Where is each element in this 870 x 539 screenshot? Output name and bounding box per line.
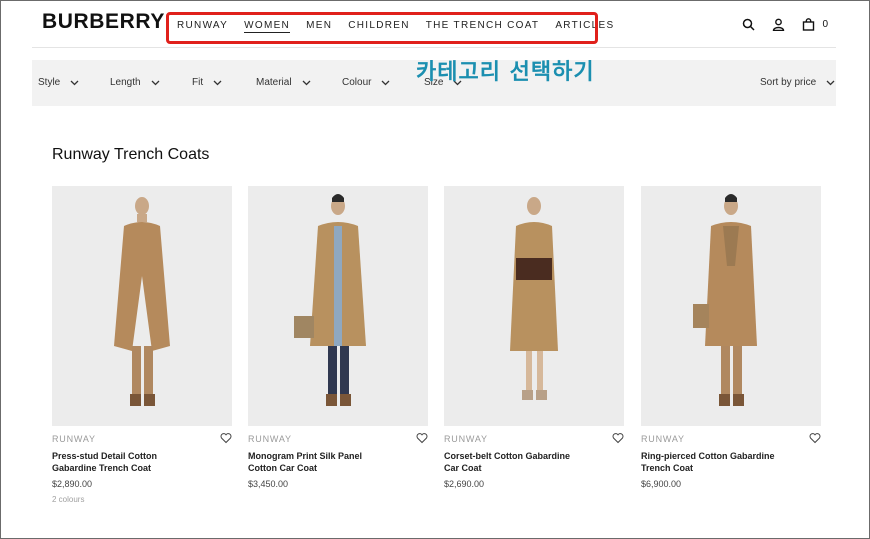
chevron-down-icon [826,80,835,86]
product-meta: RUNWAY Corset-belt Cotton Gabardine Car … [444,432,624,489]
chevron-down-icon [382,80,390,86]
chevron-down-icon [213,80,222,86]
bag-count: 0 [822,18,828,30]
filter-label: Length [110,77,141,88]
product-category: RUNWAY [641,434,685,444]
filter-length[interactable]: Length [110,77,160,88]
chevron-down-icon [151,80,160,86]
product-name[interactable]: Corset-belt Cotton Gabardine Car Coat [444,450,584,474]
chevron-down-icon [302,80,311,86]
product-meta: RUNWAY Monogram Print Silk Panel Cotton … [248,432,428,489]
header-divider [32,47,836,48]
product-name[interactable]: Press-stud Detail Cotton Gabardine Trenc… [52,450,192,474]
product-image[interactable] [444,186,624,426]
product-category: RUNWAY [52,434,96,444]
header-icons: 0 [740,16,828,32]
product-meta: RUNWAY Press-stud Detail Cotton Gabardin… [52,432,232,504]
filter-label: Fit [192,77,204,88]
brand-logo[interactable]: BURBERRY [42,10,165,34]
annotation-text: 카테고리 선택하기 [416,60,595,85]
product-image[interactable] [248,186,428,426]
product-category: RUNWAY [248,434,292,444]
heart-icon[interactable] [612,432,624,444]
chevron-down-icon [70,80,79,86]
product-price: $2,690.00 [444,479,485,489]
filter-label: Colour [342,77,372,88]
filter-label: Material [256,77,292,88]
product-image[interactable] [52,186,232,426]
product-name[interactable]: Ring-pierced Cotton Gabardine Trench Coa… [641,450,781,474]
filter-colour[interactable]: Colour [342,77,390,88]
product-price: $2,890.00 [52,479,93,489]
filter-style[interactable]: Style [38,77,79,88]
product-category: RUNWAY [444,434,488,444]
product-card[interactable]: RUNWAY Corset-belt Cotton Gabardine Car … [444,186,624,489]
bag-icon[interactable] [800,16,816,32]
product-card[interactable]: RUNWAY Press-stud Detail Cotton Gabardin… [52,186,232,504]
filter-label: Style [38,77,61,88]
account-icon[interactable] [770,16,786,32]
product-meta: RUNWAY Ring-pierced Cotton Gabardine Tre… [641,432,821,489]
site-header: BURBERRY RUNWAY WOMEN MEN CHILDREN THE T… [32,0,836,48]
product-image[interactable] [641,186,821,426]
sort-dropdown[interactable]: Sort by price [760,77,835,88]
heart-icon[interactable] [220,432,232,444]
product-colours: 2 colours [52,495,85,504]
category-highlight-box [166,12,598,44]
product-card[interactable]: RUNWAY Ring-pierced Cotton Gabardine Tre… [641,186,821,489]
product-price: $6,900.00 [641,479,682,489]
sort-label: Sort by price [760,77,817,88]
search-icon[interactable] [740,16,756,32]
heart-icon[interactable] [809,432,821,444]
product-card[interactable]: RUNWAY Monogram Print Silk Panel Cotton … [248,186,428,489]
product-name[interactable]: Monogram Print Silk Panel Cotton Car Coa… [248,450,388,474]
filter-fit[interactable]: Fit [192,77,222,88]
heart-icon[interactable] [416,432,428,444]
product-price: $3,450.00 [248,479,289,489]
page-title: Runway Trench Coats [52,146,210,163]
filter-material[interactable]: Material [256,77,311,88]
